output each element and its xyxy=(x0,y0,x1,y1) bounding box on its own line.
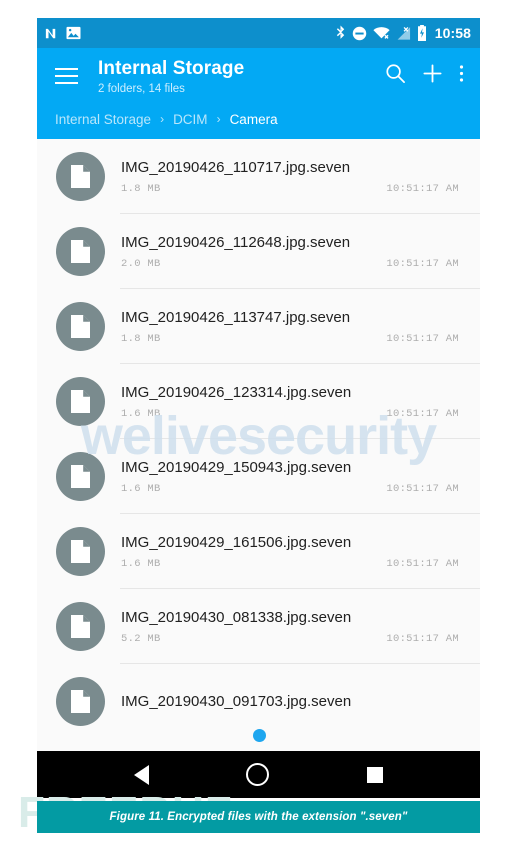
file-list-item[interactable]: IMG_20190430_081338.jpg.seven 5.2 MB 10:51… xyxy=(37,589,480,664)
signal-off-icon xyxy=(397,26,410,40)
search-icon[interactable] xyxy=(385,63,406,84)
nav-back-button[interactable] xyxy=(133,764,149,785)
file-document-icon xyxy=(56,152,105,201)
file-name: IMG_20190430_091703.jpg.seven xyxy=(121,692,352,710)
file-subline: 5.2 MB 10:51:17 AM xyxy=(121,633,460,645)
file-list-item[interactable]: IMG_20190430_091703.jpg.seven xyxy=(37,664,480,739)
app-bar: Internal Storage 2 folders, 14 files xyxy=(37,48,480,99)
file-list-item[interactable]: IMG_20190429_150943.jpg.seven 1.6 MB 10:51… xyxy=(37,439,480,514)
file-item-details: IMG_20190426_123314.jpg.seven 1.6 MB 10:51… xyxy=(121,383,460,420)
photos-notification-icon xyxy=(66,26,81,40)
overflow-menu-icon[interactable] xyxy=(459,63,464,84)
hamburger-bar xyxy=(54,68,78,70)
bluetooth-icon xyxy=(336,25,344,39)
hamburger-bar xyxy=(54,75,78,77)
hamburger-bar xyxy=(54,82,78,84)
file-document-icon xyxy=(56,377,105,426)
page-title: Internal Storage xyxy=(98,58,245,79)
file-name: IMG_20190430_081338.jpg.seven xyxy=(121,609,352,626)
file-size: 1.6 MB xyxy=(121,558,161,570)
file-document-icon xyxy=(56,452,105,501)
file-time: 10:51:17 AM xyxy=(386,408,459,420)
file-item-details: IMG_20190430_091703.jpg.seven xyxy=(121,692,460,712)
add-icon[interactable] xyxy=(422,63,443,84)
file-name: IMG_20190426_113747.jpg.seven xyxy=(121,309,351,326)
file-item-details: IMG_20190426_110717.jpg.seven 1.8 MB 10:51… xyxy=(121,158,460,195)
file-list[interactable]: IMG_20190426_110717.jpg.seven 1.8 MB 10:51… xyxy=(37,139,480,739)
file-name: IMG_20190426_112648.jpg.seven xyxy=(121,234,351,251)
status-bar-clock: 10:58 xyxy=(434,25,471,41)
file-time: 10:51:17 AM xyxy=(386,333,459,345)
app-bar-titles: Internal Storage 2 folders, 14 files xyxy=(98,57,385,97)
android-navigation-bar xyxy=(37,751,480,798)
file-name: IMG_20190426_123314.jpg.seven xyxy=(121,384,352,401)
figure-caption-text: Figure 11. Encrypted files with the exte… xyxy=(109,811,408,823)
file-time: 10:51:17 AM xyxy=(386,633,459,645)
file-list-item[interactable]: IMG_20190429_161506.jpg.seven 1.6 MB 10:51… xyxy=(37,514,480,589)
file-list-item[interactable]: IMG_20190426_113747.jpg.seven 1.8 MB 10:51… xyxy=(37,289,480,364)
file-size: 1.8 MB xyxy=(121,333,161,345)
page-subtitle: 2 folders, 14 files xyxy=(98,83,185,95)
status-bar-system-icons: 10:58 xyxy=(335,25,471,41)
file-subline: 1.6 MB 10:51:17 AM xyxy=(121,558,460,570)
figure-caption-bar: Figure 11. Encrypted files with the exte… xyxy=(37,801,480,833)
nav-home-button[interactable] xyxy=(246,763,270,786)
file-subline: 2.0 MB 10:51:17 AM xyxy=(121,258,460,270)
breadcrumb-item[interactable]: Internal Storage xyxy=(55,112,151,127)
file-size: 1.6 MB xyxy=(121,483,161,495)
file-subline: 1.8 MB 10:51:17 AM xyxy=(121,183,460,195)
file-name: IMG_20190429_161506.jpg.seven xyxy=(121,534,352,551)
file-item-details: IMG_20190429_161506.jpg.seven 1.6 MB 10:51… xyxy=(121,533,460,570)
file-name: IMG_20190429_150943.jpg.seven xyxy=(121,459,352,476)
file-document-icon xyxy=(56,677,105,726)
file-item-details: IMG_20190430_081338.jpg.seven 5.2 MB 10:51… xyxy=(121,608,460,645)
back-triangle-icon xyxy=(133,764,149,785)
app-bar-actions xyxy=(385,63,466,84)
file-item-details: IMG_20190426_113747.jpg.seven 1.8 MB 10:51… xyxy=(121,308,460,345)
breadcrumb-separator: › xyxy=(160,112,165,126)
file-list-item[interactable]: IMG_20190426_110717.jpg.seven 1.8 MB 10:51… xyxy=(37,139,480,214)
wifi-off-icon xyxy=(373,26,390,39)
battery-icon xyxy=(417,25,426,41)
android-n-logo-icon xyxy=(45,28,56,38)
file-time: 10:51:17 AM xyxy=(386,183,459,195)
file-name: IMG_20190426_110717.jpg.seven xyxy=(121,159,351,176)
file-list-item[interactable]: IMG_20190426_123314.jpg.seven 1.6 MB 10:51… xyxy=(37,364,480,439)
file-time: 10:51:17 AM xyxy=(386,258,459,270)
breadcrumb-item[interactable]: Camera xyxy=(230,112,278,127)
breadcrumb-separator: › xyxy=(216,112,221,126)
file-subline: 1.8 MB 10:51:17 AM xyxy=(121,333,460,345)
file-subline: 1.6 MB 10:51:17 AM xyxy=(121,408,460,420)
file-item-details: IMG_20190429_150943.jpg.seven 1.6 MB 10:51… xyxy=(121,458,460,495)
file-size: 5.2 MB xyxy=(121,633,161,645)
breadcrumb: Internal Storage › DCIM › Camera xyxy=(37,99,480,139)
file-time: 10:51:17 AM xyxy=(386,558,459,570)
phone-screenshot: 10:58 Internal Storage 2 folders, 14 fil… xyxy=(37,18,480,798)
status-bar: 10:58 xyxy=(37,18,480,48)
file-subline: 1.6 MB 10:51:17 AM xyxy=(121,483,460,495)
file-size: 2.0 MB xyxy=(121,258,161,270)
file-size: 1.8 MB xyxy=(121,183,161,195)
home-circle-icon xyxy=(246,763,270,786)
file-time: 10:51:17 AM xyxy=(386,483,459,495)
file-size: 1.6 MB xyxy=(121,408,161,420)
file-document-icon xyxy=(56,602,105,651)
hamburger-menu-icon[interactable] xyxy=(51,61,81,91)
do-not-disturb-icon xyxy=(352,26,366,40)
recents-square-icon xyxy=(367,766,384,783)
nav-recents-button[interactable] xyxy=(367,766,384,783)
file-list-item[interactable]: IMG_20190426_112648.jpg.seven 2.0 MB 10:51… xyxy=(37,214,480,289)
file-document-icon xyxy=(56,302,105,351)
breadcrumb-item[interactable]: DCIM xyxy=(173,112,208,127)
status-bar-notifications xyxy=(44,26,81,41)
file-item-details: IMG_20190426_112648.jpg.seven 2.0 MB 10:51… xyxy=(121,233,460,270)
file-document-icon xyxy=(56,527,105,576)
file-document-icon xyxy=(56,227,105,276)
